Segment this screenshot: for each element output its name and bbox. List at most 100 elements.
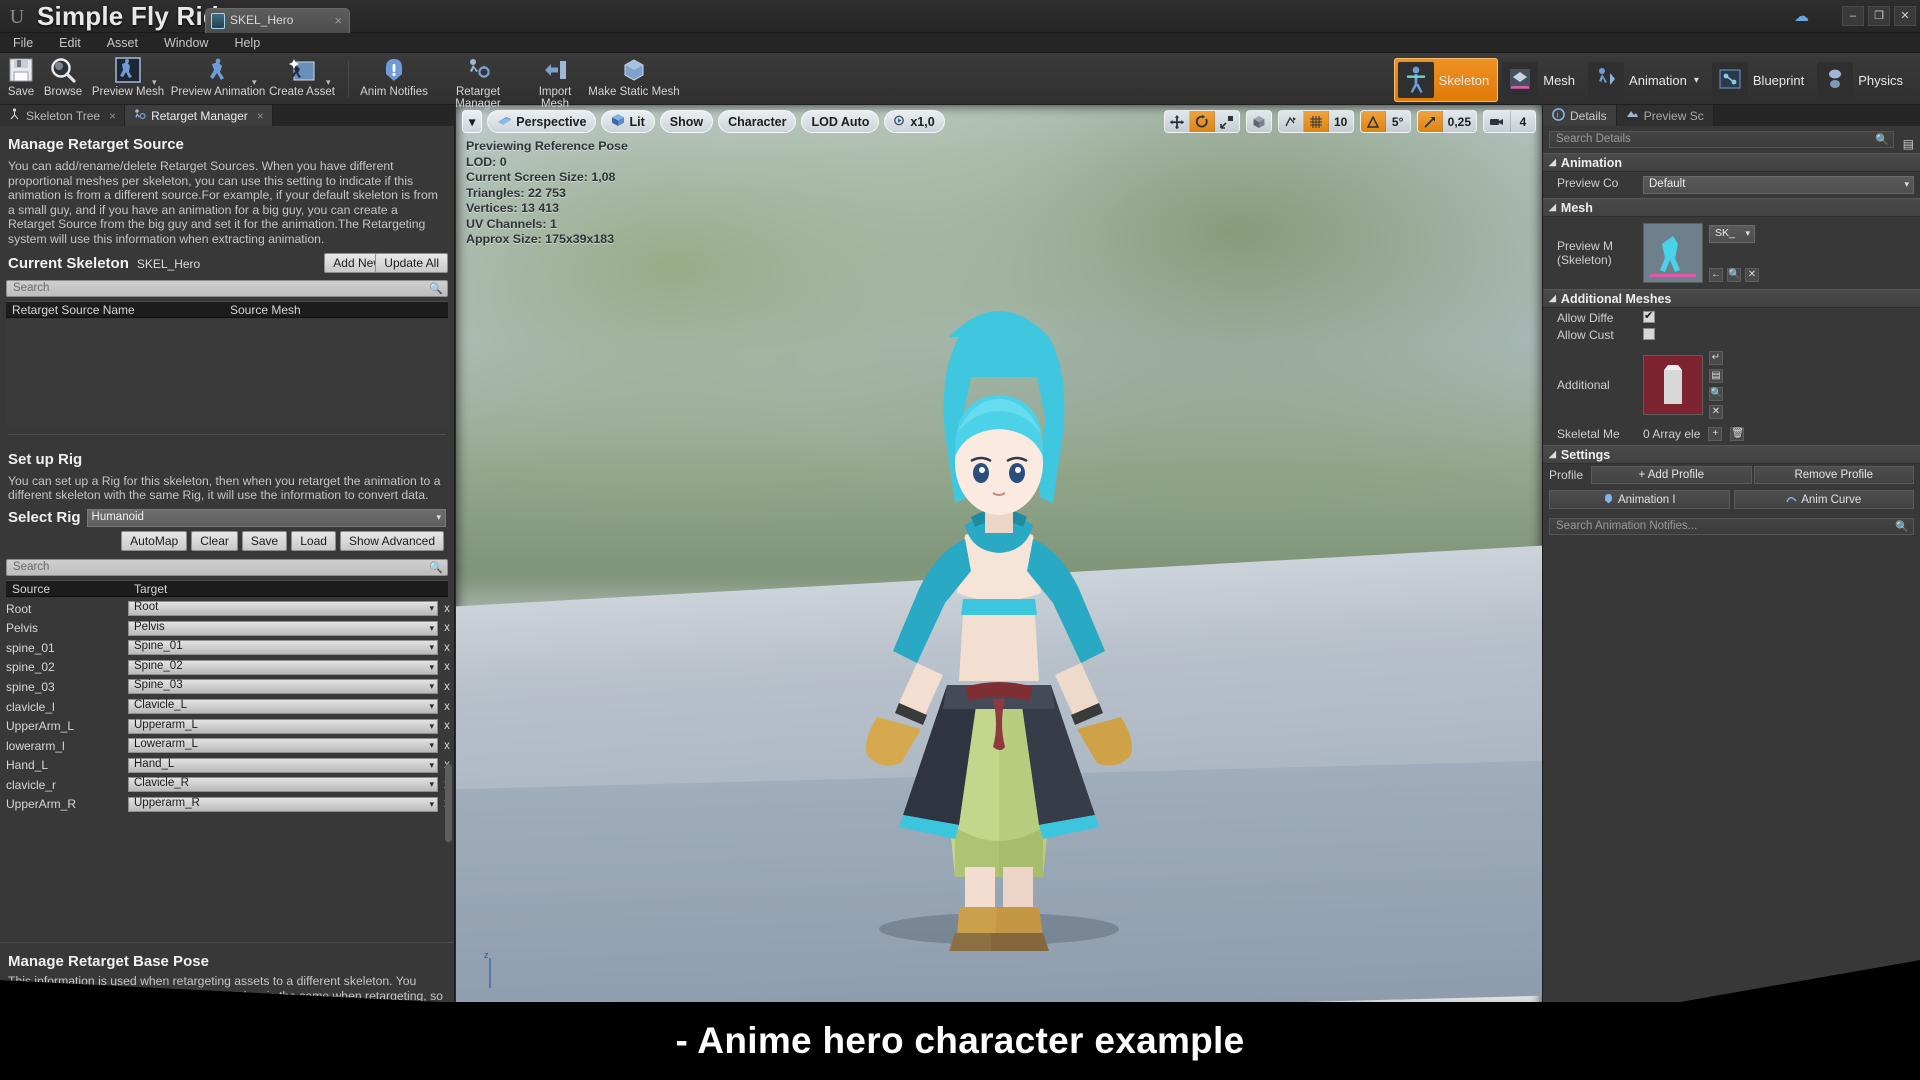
tab-skeleton-tree[interactable]: Skeleton Tree × [0,105,126,126]
rig-mapping-row[interactable]: lowerarm_l Lowerarm_L ▾ x [0,736,454,756]
update-all-button[interactable]: Update All [375,252,448,273]
tab-preview-scene[interactable]: Preview Sc [1616,105,1714,126]
viewport-show-button[interactable]: Show [659,110,714,133]
preview-mesh-thumbnail[interactable] [1643,223,1703,283]
rig-mapping-row[interactable]: spine_02 Spine_02 ▾ x [0,658,454,678]
insert-array-item-icon[interactable]: ↵ [1709,351,1723,365]
camera-speed-icon[interactable] [1484,111,1511,132]
rig-mapping-target-dropdown[interactable]: Lowerarm_L ▾ [128,738,438,754]
angle-snap-icon[interactable] [1360,111,1386,132]
angle-size-value[interactable]: 5° [1386,111,1410,132]
viewport-lod-button[interactable]: LOD Auto [801,110,880,133]
rig-mapping-row[interactable]: Pelvis Pelvis ▾ x [0,618,454,638]
menu-item-help[interactable]: Help [221,33,273,53]
tab-retarget-manager[interactable]: Retarget Manager × [125,105,273,126]
chevron-down-icon[interactable]: ▾ [252,77,257,88]
rig-mapping-row[interactable]: UpperArm_RUpperarm_R▾x [0,795,454,815]
viewport-character-button[interactable]: Character [718,110,797,133]
rig-mapping-clear-button[interactable]: x [440,603,454,615]
character-preview-mesh[interactable] [779,267,1219,957]
minimize-button[interactable]: – [1842,6,1864,26]
category-animation[interactable]: ◢ Animation [1543,153,1920,172]
rig-mapping-row[interactable]: spine_01 Spine_01 ▾ x [0,638,454,658]
allow-custom-checkbox[interactable] [1643,328,1655,340]
rig-mapping-target-dropdown[interactable]: Root ▾ [128,601,438,617]
world-space-icon[interactable] [1247,111,1271,132]
menu-item-window[interactable]: Window [151,33,221,53]
category-settings[interactable]: ◢ Settings [1543,445,1920,464]
clear-button[interactable]: Clear [191,530,238,551]
select-rig-dropdown[interactable]: Humanoid ▾ [86,508,446,527]
close-button[interactable]: ✕ [1894,6,1916,26]
automap-button[interactable]: AutoMap [121,530,188,551]
additional-mesh-thumbnail[interactable] [1643,355,1703,415]
chevron-down-icon[interactable]: ▾ [326,77,331,88]
delete-array-icon[interactable]: 🗑 [1730,427,1745,441]
toolbar-browse-button[interactable]: Browse [42,55,84,98]
mode-tab-skeleton[interactable]: Skeleton [1393,58,1499,102]
mode-tab-physics[interactable]: Physics [1813,58,1912,102]
mode-tab-animation[interactable]: Animation ▾ [1584,58,1708,102]
rig-search-input[interactable]: Search 🔍 [6,558,448,576]
details-search-input[interactable]: Search Details 🔍 [1549,131,1894,148]
grid-snap-icon[interactable] [1303,111,1329,132]
mode-tab-blueprint[interactable]: Blueprint [1708,58,1813,102]
rig-list-scrollbar[interactable] [445,764,452,842]
rig-mapping-target-dropdown[interactable]: Spine_01 ▾ [128,640,438,656]
cloud-icon[interactable]: ☁ [1794,9,1816,25]
rig-mapping-target-dropdown[interactable]: Spine_02 ▾ [128,659,438,675]
toolbar-save-button[interactable]: Save [6,55,36,98]
tab-animation-notifies[interactable]: Animation I [1549,490,1730,509]
show-advanced-button[interactable]: Show Advanced [339,530,444,551]
rig-mapping-list[interactable]: Root Root ▾ x Pelvis Pelvis ▾ x spine_01 Spine_01… [0,599,454,815]
toolbar-anim-notifies-button[interactable]: Anim Notifies [358,55,430,98]
viewport-viewmode-button[interactable]: Lit [601,110,655,133]
rig-mapping-clear-button[interactable]: x [440,720,454,732]
rig-mapping-target-dropdown[interactable]: Upperarm_R ▾ [128,796,438,812]
allow-different-checkbox[interactable] [1643,309,1655,323]
save-array-icon[interactable]: ▤ [1709,369,1723,383]
mode-tab-mesh[interactable]: Mesh [1498,58,1584,102]
toolbar-make-static-mesh-button[interactable]: Make Static Mesh [586,55,682,98]
rig-mapping-row[interactable]: UpperArm_L Upperarm_L ▾ x [0,716,454,736]
move-tool-icon[interactable] [1165,111,1190,132]
rig-mapping-target-dropdown[interactable]: Spine_03 ▾ [128,679,438,695]
maximize-button[interactable]: ❐ [1868,6,1890,26]
category-additional-meshes[interactable]: ◢ Additional Meshes [1543,289,1920,308]
rig-mapping-target-dropdown[interactable]: Clavicle_L ▾ [128,699,438,715]
add-profile-button[interactable]: + Add Profile [1591,466,1752,484]
animation-notifies-search-input[interactable]: Search Animation Notifies... 🔍 [1549,518,1914,535]
list-view-icon[interactable]: ▤ [1903,137,1914,151]
rig-mapping-clear-button[interactable]: x [440,681,454,693]
chevron-down-icon[interactable]: ▾ [1694,75,1699,86]
preview-controller-dropdown[interactable]: Default ▾ [1643,176,1914,194]
rig-mapping-target-dropdown[interactable]: Pelvis ▾ [128,620,438,636]
surface-snap-icon[interactable] [1279,111,1304,132]
tab-details[interactable]: i Details [1543,105,1617,126]
close-icon[interactable]: × [109,109,116,123]
use-selected-asset-icon[interactable]: ← [1709,267,1723,282]
category-mesh[interactable]: ◢ Mesh [1543,198,1920,217]
grid-size-value[interactable]: 10 [1329,111,1353,132]
rig-mapping-target-dropdown[interactable]: Clavicle_R ▾ [128,777,438,793]
rig-mapping-row[interactable]: Root Root ▾ x [0,599,454,619]
preview-mesh-asset-combo[interactable]: SK_ ▾ [1709,224,1755,243]
browse-array-icon[interactable]: 🔍 [1709,387,1723,401]
browse-to-asset-icon[interactable]: 🔍 [1727,267,1741,282]
chevron-down-icon[interactable]: ▾ [152,77,157,88]
load-rig-button[interactable]: Load [291,530,336,551]
rig-mapping-target-dropdown[interactable]: Upperarm_L ▾ [128,718,438,734]
clear-asset-icon[interactable]: ✕ [1745,267,1759,282]
menu-item-file[interactable]: File [0,33,46,53]
rig-mapping-clear-button[interactable]: x [440,622,454,634]
retarget-source-search-input[interactable]: Search 🔍 [6,279,448,297]
rotate-tool-icon[interactable] [1189,111,1215,132]
document-tab-skel-hero[interactable]: SKEL_Hero × [205,8,350,34]
rig-mapping-target-dropdown[interactable]: Hand_L ▾ [128,757,438,773]
viewport-options-button[interactable]: ▾ [462,110,483,133]
rig-mapping-row[interactable]: Hand_LHand_L▾x [0,756,454,776]
tab-anim-curves[interactable]: Anim Curve [1733,490,1914,509]
rig-mapping-clear-button[interactable]: x [440,642,454,654]
toolbar-import-mesh-button[interactable]: Import Mesh [524,55,586,110]
scale-tool-icon[interactable] [1215,111,1239,132]
